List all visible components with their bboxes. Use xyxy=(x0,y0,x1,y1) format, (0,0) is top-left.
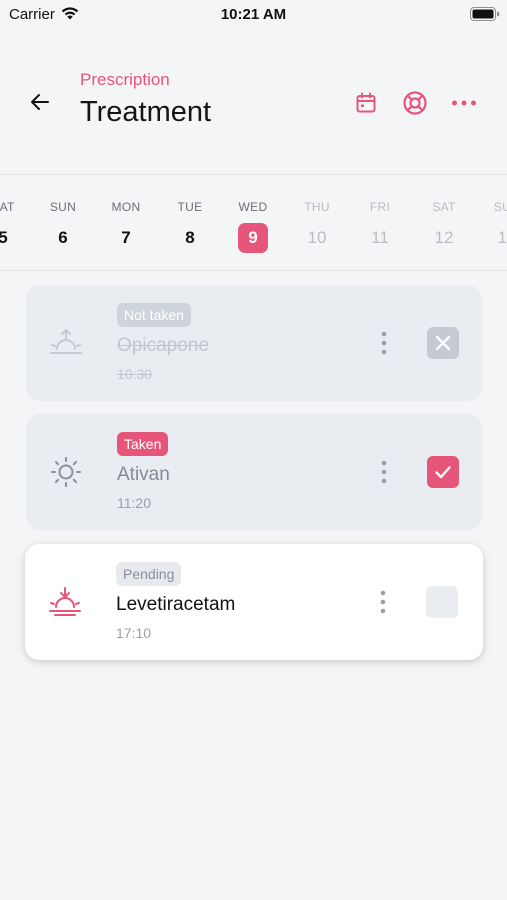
day-wed-selected[interactable]: WED 9 xyxy=(233,198,273,253)
day-name: WED xyxy=(238,200,268,214)
day-number: 8 xyxy=(185,228,195,247)
day-number: 9 xyxy=(238,223,268,253)
status-badge: Pending xyxy=(116,562,182,586)
day-number: 5 xyxy=(0,228,8,247)
medication-name: Levetiracetam xyxy=(116,594,236,615)
more-vertical-icon xyxy=(381,331,387,355)
calendar-icon xyxy=(356,92,376,113)
day-name: TUE xyxy=(177,200,203,214)
status-bar: Carrier 10:21 AM xyxy=(0,0,507,28)
lifebuoy-icon xyxy=(403,91,427,115)
day-name: THU xyxy=(304,200,330,214)
day-sun[interactable]: SUN 6 xyxy=(43,198,83,253)
dose-toggle-skipped[interactable] xyxy=(427,327,459,359)
day-name: SAT xyxy=(0,200,15,214)
dose-card[interactable]: Taken Ativan 11:20 xyxy=(26,414,482,530)
clock: 10:21 AM xyxy=(220,6,287,23)
sunset-icon xyxy=(49,587,81,616)
dose-options-button[interactable] xyxy=(373,588,393,616)
dose-options-button[interactable] xyxy=(374,458,394,486)
day-number: 13 xyxy=(497,228,507,247)
page-title: Treatment xyxy=(80,96,212,128)
day-number: 11 xyxy=(371,228,389,247)
battery-icon xyxy=(470,7,500,21)
close-icon xyxy=(435,335,451,351)
back-button[interactable] xyxy=(22,84,58,120)
day-tue[interactable]: TUE 8 xyxy=(170,198,210,253)
day-sat[interactable]: SAT 5 xyxy=(0,198,23,253)
header-divider xyxy=(0,174,507,175)
app-header: Prescription Treatment xyxy=(0,60,507,160)
help-button[interactable] xyxy=(399,87,431,119)
dose-card[interactable]: Pending Levetiracetam 17:10 xyxy=(25,544,483,660)
dose-toggle-taken[interactable] xyxy=(427,456,459,488)
dose-options-button[interactable] xyxy=(374,329,394,357)
day-number: 6 xyxy=(58,228,68,247)
checkmark-icon xyxy=(435,466,451,479)
medication-name: Ativan xyxy=(117,464,170,485)
dose-toggle-pending[interactable] xyxy=(426,586,458,618)
day-name: MON xyxy=(111,200,141,214)
day-fri[interactable]: FRI 11 xyxy=(360,198,400,253)
dose-time: 11:20 xyxy=(117,495,151,511)
day-number: 12 xyxy=(434,228,454,247)
page-subtitle: Prescription xyxy=(80,70,170,89)
more-options-button[interactable] xyxy=(448,87,480,119)
sunrise-icon xyxy=(50,329,82,354)
dose-card[interactable]: Not taken Opicapone 10:30 xyxy=(26,285,482,401)
day-sun-next[interactable]: SUN 13 xyxy=(487,198,507,253)
day-number: 7 xyxy=(121,228,131,247)
calendar-button[interactable] xyxy=(350,87,382,119)
status-badge: Taken xyxy=(117,432,169,456)
medication-name: Opicapone xyxy=(117,335,209,356)
more-vertical-icon xyxy=(380,590,386,614)
arrow-left-icon xyxy=(31,94,49,110)
sun-icon xyxy=(51,457,81,487)
day-number: 10 xyxy=(307,228,327,247)
dose-time: 10:30 xyxy=(117,366,153,382)
day-name: SUN xyxy=(493,200,507,214)
day-name: SAT xyxy=(432,200,456,214)
day-mon[interactable]: MON 7 xyxy=(106,198,146,253)
day-sat-next[interactable]: SAT 12 xyxy=(424,198,464,253)
day-name: SUN xyxy=(49,200,77,214)
status-badge: Not taken xyxy=(117,303,191,327)
day-thu[interactable]: THU 10 xyxy=(297,198,337,253)
day-name: FRI xyxy=(369,200,391,214)
dose-time: 17:10 xyxy=(116,625,152,641)
week-divider xyxy=(0,270,507,271)
more-vertical-icon xyxy=(381,460,387,484)
more-horizontal-icon xyxy=(452,100,476,106)
